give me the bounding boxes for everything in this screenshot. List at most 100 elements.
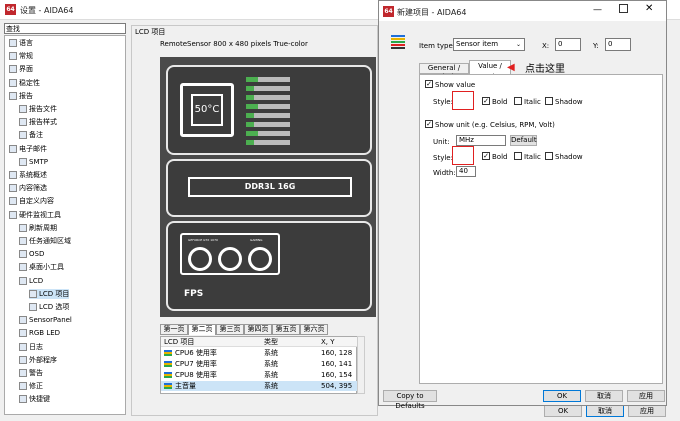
- tree-item[interactable]: LCD 项目: [29, 288, 70, 299]
- maximize-icon[interactable]: [619, 4, 628, 13]
- tree-item-icon: [9, 65, 17, 74]
- tree-item[interactable]: 报告: [9, 91, 33, 101]
- dialog-apply-button[interactable]: 应用: [627, 390, 665, 402]
- tree-item-label: OSD: [29, 250, 45, 259]
- tree-item[interactable]: 稳定性: [9, 78, 40, 88]
- tree-item-icon: [9, 91, 17, 100]
- tree-item[interactable]: 桌面小工具: [19, 262, 64, 272]
- y-input[interactable]: 0: [605, 38, 631, 51]
- settings-tree[interactable]: 语言常规界面稳定性报告报告文件报告样式备注电子邮件 SMTP 系统概述内容筛选自定义…: [4, 35, 126, 415]
- tree-item[interactable]: 系统概述: [9, 170, 47, 180]
- show-unit-label: Show unit (e.g. Celsius, RPM, Volt): [435, 121, 555, 129]
- row-xy: 160, 128: [321, 349, 353, 357]
- shadow2-checkbox[interactable]: [545, 152, 553, 160]
- table-scrollbar[interactable]: [357, 336, 365, 394]
- row-type: 系统: [264, 360, 278, 368]
- fan-icon: [218, 247, 242, 271]
- tree-item[interactable]: 语言: [9, 38, 33, 48]
- tree-item-label: 常规: [19, 52, 33, 61]
- default-button[interactable]: Default: [510, 135, 537, 146]
- tree-item[interactable]: LCD 选项: [29, 302, 69, 312]
- main-apply-button[interactable]: 应用: [628, 405, 666, 417]
- minimize-icon[interactable]: —: [593, 5, 602, 15]
- tree-item-label: 快捷键: [29, 395, 50, 404]
- row-icon: [164, 372, 172, 378]
- tree-item[interactable]: 报告文件: [19, 104, 57, 114]
- show-unit-checkbox[interactable]: ✓: [425, 120, 433, 128]
- header-xy: X, Y: [321, 338, 335, 346]
- table-row[interactable]: 主音量 系统 504, 395: [161, 381, 358, 391]
- tree-item[interactable]: 外部程序: [19, 355, 57, 365]
- tree-item[interactable]: 内容筛选: [9, 183, 47, 193]
- bold-checkbox[interactable]: ✓: [482, 97, 490, 105]
- tree-item[interactable]: RGB LED: [19, 328, 60, 338]
- dialog-ok-button[interactable]: OK: [543, 390, 581, 402]
- tree-item[interactable]: LCD: [19, 276, 43, 286]
- shadow-checkbox[interactable]: [545, 97, 553, 105]
- dialog-title: 新建项目 - AIDA64: [397, 8, 467, 17]
- page-tab[interactable]: 第二页: [188, 324, 216, 335]
- tree-item[interactable]: 备注: [19, 130, 43, 140]
- tree-item[interactable]: 常规: [9, 51, 33, 61]
- tree-item[interactable]: 自定义内容: [9, 196, 54, 206]
- tree-item[interactable]: OSD: [19, 249, 44, 259]
- lcd-items-table[interactable]: LCD 项目 类型 X, Y CPU6 使用率 系统 160, 128 CPU7 使用…: [160, 336, 358, 394]
- unit-color-swatch[interactable]: [452, 146, 474, 165]
- tree-item[interactable]: 电子邮件: [9, 144, 47, 154]
- dialog-cancel-button[interactable]: 取消: [585, 390, 623, 402]
- page-tab[interactable]: 第六页: [300, 324, 328, 335]
- tree-item[interactable]: 界面: [9, 64, 33, 74]
- cpu-temp-panel[interactable]: 50°C: [166, 65, 372, 155]
- annotation-text: 点击这里: [525, 64, 565, 75]
- table-row[interactable]: CPU7 使用率 系统 160, 141: [161, 359, 358, 369]
- bold-label: Bold: [492, 98, 508, 106]
- row-name: 主音量: [175, 382, 196, 390]
- main-ok-button[interactable]: OK: [544, 405, 582, 417]
- tree-item-icon: [19, 223, 27, 232]
- page-tab[interactable]: 第五页: [272, 324, 300, 335]
- tree-item[interactable]: 任务通知区域: [19, 236, 71, 246]
- italic2-checkbox[interactable]: [514, 152, 522, 160]
- page-tab[interactable]: 第三页: [216, 324, 244, 335]
- search-input[interactable]: [4, 23, 126, 34]
- tree-item-label: 系统概述: [19, 171, 47, 179]
- copy-to-defaults-button[interactable]: Copy to Defaults: [383, 390, 437, 410]
- ram-panel[interactable]: DDR3L 16G: [166, 159, 372, 217]
- ram-label: DDR3L 16G: [244, 182, 296, 191]
- table-row[interactable]: CPU6 使用率 系统 160, 128: [161, 348, 358, 358]
- tree-item[interactable]: SMTP: [19, 157, 48, 167]
- tree-item[interactable]: 刷新周期: [19, 223, 57, 233]
- shadow2-label: Shadow: [555, 153, 583, 161]
- tree-item-label: 备注: [29, 131, 43, 140]
- tab-value-unit[interactable]: Value / Unit: [469, 60, 511, 81]
- italic-checkbox[interactable]: [514, 97, 522, 105]
- item-type-select[interactable]: Sensor item ⌄: [453, 38, 525, 51]
- item-type-icon: [391, 35, 405, 49]
- show-value-checkbox[interactable]: ✓: [425, 80, 433, 88]
- row-xy: 160, 154: [321, 371, 353, 379]
- page-tab[interactable]: 第四页: [244, 324, 272, 335]
- close-icon[interactable]: ✕: [645, 3, 653, 14]
- main-cancel-button[interactable]: 取消: [586, 405, 624, 417]
- tree-item[interactable]: 修正: [19, 381, 43, 391]
- row-icon: [164, 383, 172, 389]
- x-input[interactable]: 0: [555, 38, 581, 51]
- value-color-swatch[interactable]: [452, 91, 474, 110]
- tree-item[interactable]: 警告: [19, 368, 43, 378]
- tab-general-label[interactable]: General / Label: [419, 63, 469, 81]
- table-row[interactable]: CPU8 使用率 系统 160, 154: [161, 370, 358, 380]
- unit-input[interactable]: MHz: [456, 135, 506, 146]
- tree-item[interactable]: SensorPanel: [19, 315, 72, 325]
- bold2-checkbox[interactable]: ✓: [482, 152, 490, 160]
- gpu-fps-panel[interactable]: GEFORCE GTX 1070 GAMING FPS: [166, 221, 372, 311]
- cpu-temp-value: 50°C: [191, 94, 223, 126]
- tree-item-icon: [19, 355, 27, 364]
- tree-item[interactable]: 报告样式: [19, 117, 57, 127]
- page-tab[interactable]: 第一页: [160, 324, 188, 335]
- tree-item[interactable]: 日志: [19, 342, 43, 352]
- tree-item[interactable]: 快捷键: [19, 394, 50, 404]
- usage-bar: [246, 131, 290, 136]
- tree-item[interactable]: 硬件监视工具: [9, 210, 61, 220]
- width-input[interactable]: 40: [456, 166, 476, 177]
- lcd-preview[interactable]: 50°C DDR3L 16G GEFORCE GTX 1070 GAMING F…: [160, 57, 376, 317]
